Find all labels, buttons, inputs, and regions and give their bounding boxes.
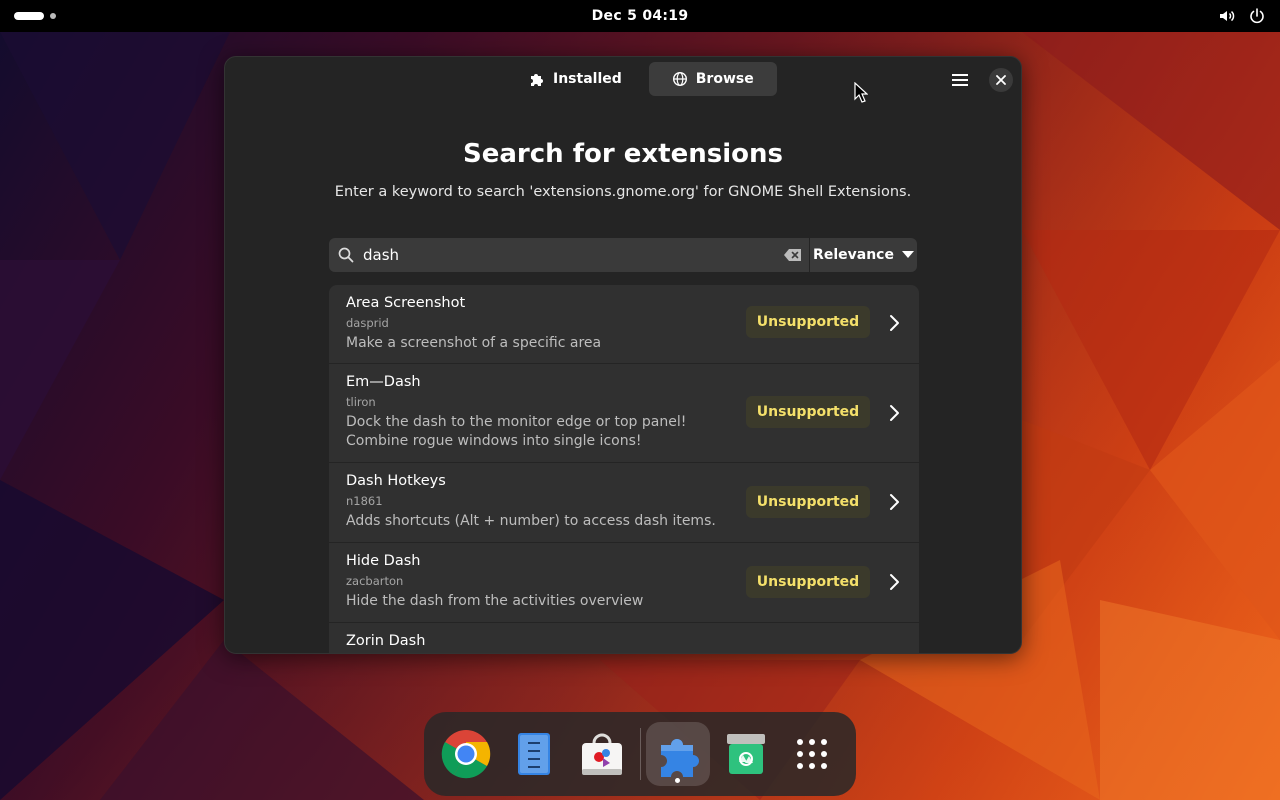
globe-icon xyxy=(672,71,687,87)
search-row: Relevance xyxy=(329,238,919,272)
workspace-indicator[interactable] xyxy=(14,12,56,20)
page-subtitle: Enter a keyword to search 'extensions.gn… xyxy=(334,184,912,200)
extension-author: n1861 xyxy=(346,494,383,508)
tab-installed[interactable]: Installed xyxy=(506,62,645,96)
app-grid-icon xyxy=(797,739,827,769)
system-tray[interactable] xyxy=(1218,7,1266,25)
dock-item-app-grid[interactable] xyxy=(780,722,844,786)
search-box[interactable] xyxy=(329,238,809,272)
chrome-icon xyxy=(441,730,491,779)
close-button[interactable] xyxy=(989,68,1013,92)
chevron-right-icon[interactable] xyxy=(887,314,901,332)
workspace-dot[interactable] xyxy=(50,13,56,19)
extension-author: zacbarton xyxy=(346,574,404,588)
extension-name: Hide Dash xyxy=(346,553,421,569)
extension-name: Zorin Dash xyxy=(346,633,426,649)
extension-manager-icon xyxy=(661,739,699,777)
dock-item-extension-manager[interactable] xyxy=(646,722,710,786)
list-item[interactable]: Dash Hotkeys n1861 Adds shortcuts (Alt +… xyxy=(329,463,919,543)
mouse-pointer-icon xyxy=(854,82,868,103)
tab-installed-label: Installed xyxy=(553,71,622,87)
header-bar: Installed Browse xyxy=(225,57,1021,103)
software-store-icon xyxy=(582,733,622,775)
results-list: Area Screenshot dasprid Make a screensho… xyxy=(329,285,919,653)
unsupported-button[interactable]: Unsupported xyxy=(746,396,870,428)
unsupported-button[interactable]: Unsupported xyxy=(746,486,870,518)
active-workspace-pill[interactable] xyxy=(14,12,44,20)
extension-manager-window: Installed Browse Search for extensions E… xyxy=(224,56,1022,654)
dock-item-software[interactable] xyxy=(570,722,634,786)
tab-browse[interactable]: Browse xyxy=(648,62,777,96)
extension-name: Dash Hotkeys xyxy=(346,473,446,489)
dropdown-arrow-icon xyxy=(901,251,914,258)
clock[interactable]: Dec 5 04:19 xyxy=(592,8,689,24)
list-item[interactable]: Zorin Dash xyxy=(329,623,919,653)
chevron-right-icon[interactable] xyxy=(887,404,901,422)
tab-browse-label: Browse xyxy=(695,71,754,87)
extension-author: tliron xyxy=(346,395,376,409)
main-menu-button[interactable] xyxy=(945,69,975,91)
extension-description: Make a screenshot of a specific area xyxy=(346,335,602,351)
unsupported-button[interactable]: Unsupported xyxy=(746,306,870,338)
extension-description: Hide the dash from the activities overvi… xyxy=(346,593,644,609)
chevron-right-icon[interactable] xyxy=(887,573,901,591)
dock-item-chrome[interactable] xyxy=(434,722,498,786)
page-title: Search for extensions xyxy=(463,139,783,169)
dock-item-trash[interactable] xyxy=(714,722,778,786)
running-indicator xyxy=(675,778,680,783)
sort-selected-label: Relevance xyxy=(813,247,894,263)
extension-author: dasprid xyxy=(346,316,389,330)
extension-name: Area Screenshot xyxy=(346,295,466,311)
search-input[interactable] xyxy=(361,245,765,265)
chevron-right-icon[interactable] xyxy=(887,493,901,511)
close-icon xyxy=(996,75,1006,85)
sort-dropdown[interactable]: Relevance xyxy=(809,238,917,272)
list-item[interactable]: Area Screenshot dasprid Make a screensho… xyxy=(329,285,919,364)
volume-icon xyxy=(1220,10,1235,22)
search-icon xyxy=(338,247,354,263)
unsupported-button[interactable]: Unsupported xyxy=(746,566,870,598)
list-item[interactable]: Hide Dash zacbarton Hide the dash from t… xyxy=(329,543,919,623)
extension-name: Em—Dash xyxy=(346,374,421,390)
extension-description: Adds shortcuts (Alt + number) to access … xyxy=(346,513,716,529)
clear-search-icon[interactable] xyxy=(783,247,803,263)
view-switcher: Installed Browse xyxy=(506,62,777,96)
dock-item-text-editor[interactable] xyxy=(502,722,566,786)
list-item[interactable]: Em—Dash tliron Dock the dash to the moni… xyxy=(329,364,919,463)
trash-icon xyxy=(727,734,765,774)
puzzle-icon xyxy=(531,74,543,86)
extension-description: Dock the dash to the monitor edge or top… xyxy=(346,414,687,449)
text-editor-icon xyxy=(518,733,550,775)
dock xyxy=(424,712,856,796)
dock-separator xyxy=(640,728,641,780)
power-icon xyxy=(1250,8,1264,24)
top-bar: Dec 5 04:19 xyxy=(0,0,1280,32)
hamburger-icon xyxy=(952,74,968,86)
